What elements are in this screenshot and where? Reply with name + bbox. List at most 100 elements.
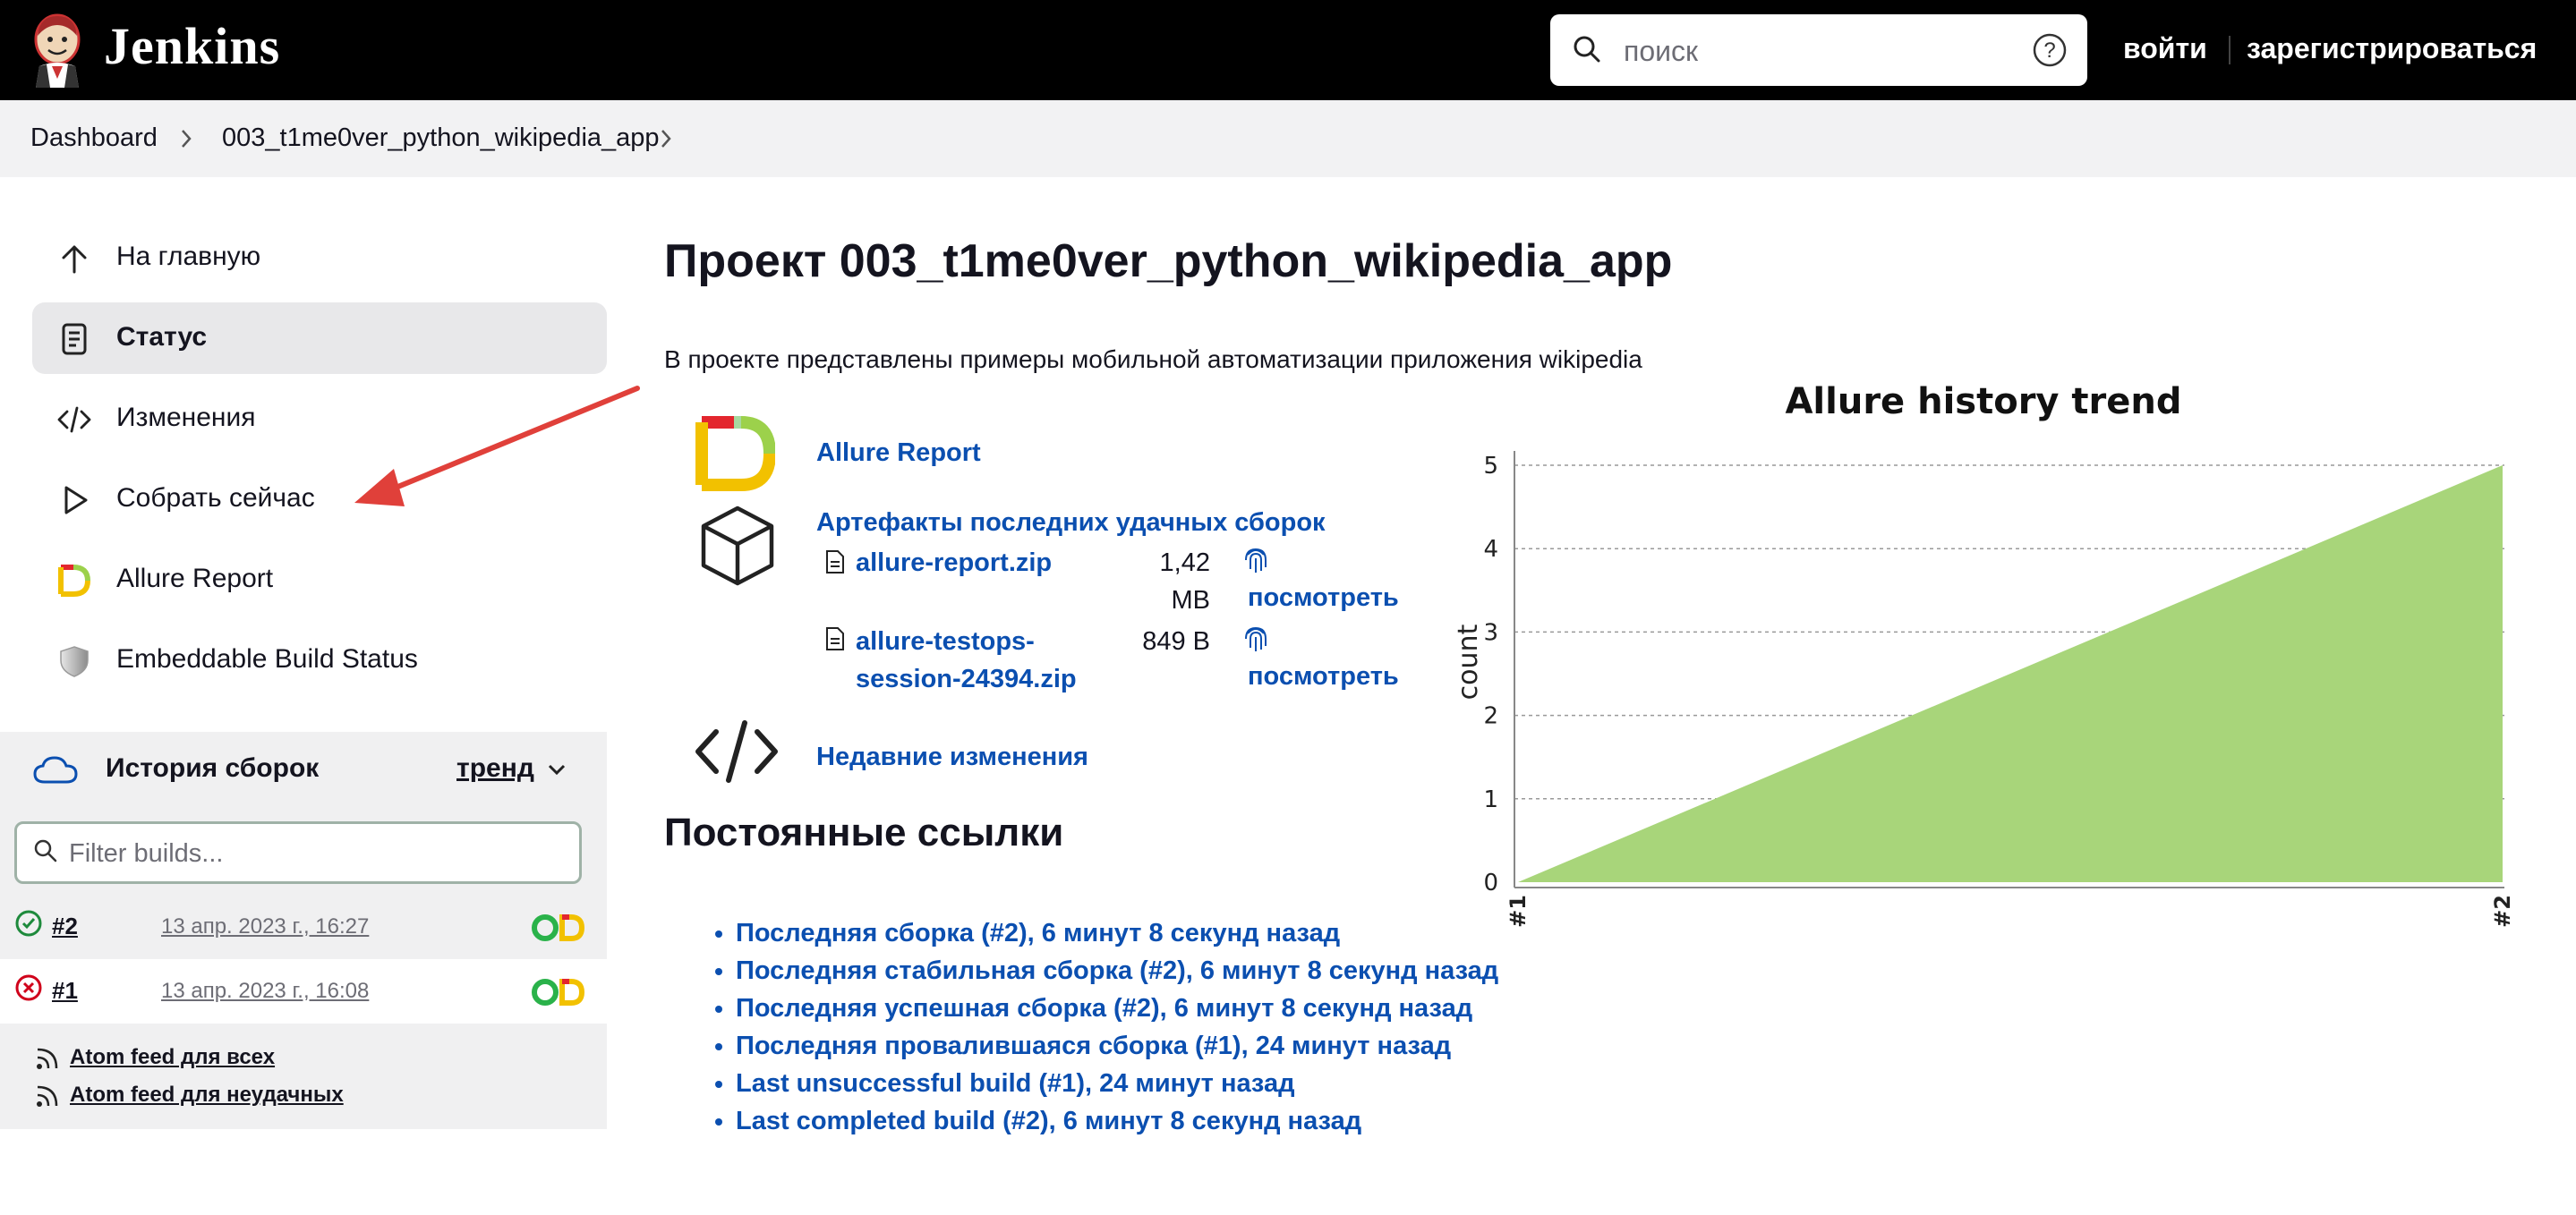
allure-report-badge-icon[interactable] — [530, 977, 587, 1007]
permalink-last-build[interactable]: Последняя сборка (#2), 6 минут 8 секунд … — [736, 919, 1340, 947]
build-number-link[interactable]: #2 — [52, 913, 78, 940]
filter-builds-input[interactable] — [67, 835, 554, 872]
rss-icon — [37, 1048, 58, 1069]
failed-x-icon — [15, 974, 42, 1001]
search-icon — [34, 839, 57, 862]
sidebar-item-build-now[interactable]: Собрать сейчас — [32, 463, 607, 535]
shield-icon — [60, 646, 89, 677]
arrow-up-icon — [62, 245, 87, 274]
artifact-file-link[interactable]: allure-report.zip — [856, 544, 1052, 582]
y-tick-label: 1 — [1483, 786, 1498, 813]
y-tick-label: 5 — [1483, 453, 1498, 480]
permalink-item: Last completed build (#2), 6 минут 8 сек… — [736, 1102, 1498, 1140]
chevron-down-icon[interactable] — [546, 760, 567, 778]
area-series-0 — [1518, 465, 2503, 882]
sidebar-item-embeddable-build-status[interactable]: Embeddable Build Status — [32, 624, 607, 696]
view-artifact-link[interactable]: посмотреть — [1248, 662, 1399, 692]
chevron-right-icon — [182, 130, 192, 148]
breadcrumb-dashboard[interactable]: Dashboard — [30, 123, 158, 153]
build-number-link[interactable]: #1 — [52, 977, 78, 1005]
fingerprint-icon[interactable] — [1242, 623, 1269, 653]
y-tick-label: 2 — [1483, 703, 1498, 730]
breadcrumb: Dashboard 003_t1me0ver_python_wikipedia_… — [0, 100, 2576, 177]
permalink-item: Последняя провалившаяся сборка (#1), 24 … — [736, 1027, 1498, 1065]
top-header: Jenkins ? войти зарегистрироваться — [0, 0, 2576, 100]
artifacts-title-link[interactable]: Артефакты последних удачных сборок — [816, 508, 1326, 538]
brand-title[interactable]: Jenkins — [104, 16, 280, 76]
artifact-file-link[interactable]: allure-testops- — [856, 623, 1035, 660]
sidebar-item-changes[interactable]: Изменения — [32, 383, 607, 455]
sidebar-item-label: На главную — [116, 242, 261, 271]
code-icon — [57, 406, 91, 433]
fingerprint-icon[interactable] — [1242, 544, 1269, 574]
permalink-last-unsuccessful[interactable]: Last unsuccessful build (#1), 24 минут н… — [736, 1069, 1295, 1098]
y-tick-label: 4 — [1483, 536, 1498, 563]
code-icon — [695, 720, 778, 783]
x-tick-label: #2 — [2490, 895, 2515, 928]
project-description: В проекте представлены примеры мобильной… — [664, 345, 1642, 373]
x-tick-label: #1 — [1506, 895, 1531, 928]
permalink-item: Последняя сборка (#2), 6 минут 8 секунд … — [736, 914, 1498, 952]
permalink-last-successful[interactable]: Последняя успешная сборка (#2), 6 минут … — [736, 994, 1472, 1023]
cloud-icon — [33, 756, 78, 784]
login-link[interactable]: войти — [2123, 32, 2207, 65]
view-artifact-link[interactable]: посмотреть — [1248, 583, 1399, 613]
chevron-right-icon[interactable] — [657, 127, 675, 150]
allure-report-badge-icon[interactable] — [530, 913, 587, 943]
jenkins-logo-icon[interactable] — [27, 13, 88, 88]
permalink-last-stable[interactable]: Последняя стабильная сборка (#2), 6 мину… — [736, 956, 1498, 985]
permalinks-list: Последняя сборка (#2), 6 минут 8 секунд … — [698, 914, 1498, 1140]
y-tick-label: 0 — [1483, 870, 1498, 896]
search-box[interactable]: ? — [1550, 14, 2087, 86]
sidebar-item-status[interactable]: Статус — [32, 302, 607, 374]
chart-x-ticks: #1 #2 — [1506, 895, 2515, 928]
file-icon — [826, 627, 844, 650]
build-row[interactable]: #1 13 апр. 2023 г., 16:08 — [0, 959, 607, 1024]
sidebar-item-label: Embeddable Build Status — [116, 644, 418, 674]
trend-link[interactable]: тренд — [456, 753, 534, 784]
artifact-size: 849 B — [1142, 627, 1210, 656]
search-icon — [1574, 36, 1600, 63]
allure-report-link[interactable]: Allure Report — [816, 438, 981, 468]
breadcrumb-project[interactable]: 003_t1me0ver_python_wikipedia_app — [222, 123, 660, 153]
file-icon — [826, 550, 844, 574]
package-icon — [701, 506, 774, 586]
atom-feeds: Atom feed для всех Atom feed для неудачн… — [0, 1024, 607, 1129]
sidebar-item-label: Изменения — [116, 403, 256, 432]
build-history-header: История сборок тренд — [0, 732, 607, 805]
rss-icon — [37, 1085, 58, 1107]
artifact-file-link-cont[interactable]: session-24394.zip — [856, 660, 1077, 698]
atom-feed-failures-link[interactable]: Atom feed для неудачных — [34, 1083, 344, 1108]
build-date-link[interactable]: 13 апр. 2023 г., 16:08 — [161, 979, 369, 1004]
header-divider — [2229, 36, 2231, 64]
register-link[interactable]: зарегистрироваться — [2247, 32, 2537, 65]
chart-title: Allure history trend — [1785, 381, 2181, 422]
build-row[interactable]: #2 13 апр. 2023 г., 16:27 — [0, 895, 607, 959]
sidebar-item-label: Собрать сейчас — [116, 483, 315, 513]
document-icon — [62, 323, 87, 355]
allure-history-trend-chart[interactable]: Allure history trend count 0 1 2 3 4 5 #1 #2 — [1432, 379, 2524, 934]
chart-y-axis-label: count — [1453, 624, 1484, 700]
permalink-last-failed[interactable]: Последняя провалившаяся сборка (#1), 24 … — [736, 1032, 1451, 1060]
play-icon — [64, 486, 88, 514]
search-input[interactable] — [1622, 30, 2010, 72]
sidebar-item-label: Статус — [116, 322, 208, 352]
sidebar-item-allure-report[interactable]: Allure Report — [32, 544, 607, 616]
allure-icon — [58, 565, 90, 597]
help-icon[interactable]: ? — [2032, 32, 2068, 68]
sidebar-item-label: Allure Report — [116, 564, 274, 593]
sidebar-item-home[interactable]: На главную — [32, 222, 607, 293]
recent-changes-link[interactable]: Недавние изменения — [816, 743, 1088, 772]
artifact-size-unit: MB — [1171, 586, 1211, 615]
filter-builds-box[interactable] — [14, 821, 582, 884]
permalink-item: Last unsuccessful build (#1), 24 минут н… — [736, 1065, 1498, 1102]
atom-feed-all-link[interactable]: Atom feed для всех — [34, 1045, 275, 1070]
success-check-icon — [15, 910, 42, 937]
allure-logo-icon — [695, 416, 775, 491]
build-date-link[interactable]: 13 апр. 2023 г., 16:27 — [161, 914, 369, 939]
build-history-title: История сборок — [106, 753, 320, 783]
svg-text:?: ? — [2043, 38, 2055, 63]
y-tick-label: 3 — [1483, 619, 1498, 646]
permalink-last-completed[interactable]: Last completed build (#2), 6 минут 8 сек… — [736, 1107, 1361, 1135]
permalink-item: Последняя успешная сборка (#2), 6 минут … — [736, 990, 1498, 1027]
